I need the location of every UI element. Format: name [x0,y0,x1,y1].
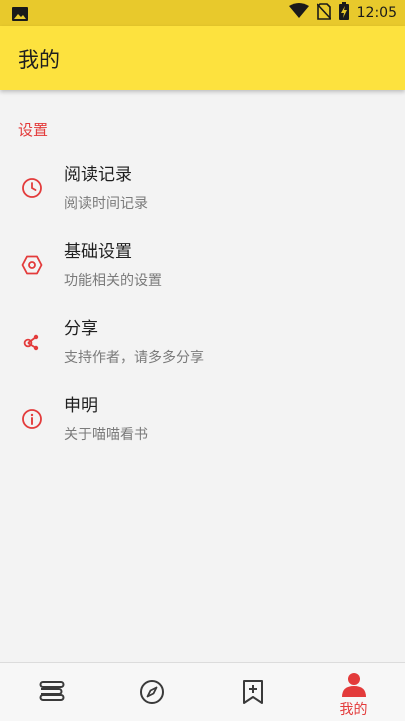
nav-tab-discover[interactable] [101,663,202,721]
list-item-subtitle: 阅读时间记录 [64,196,148,212]
nav-tab-bookmarks[interactable] [202,663,303,721]
status-bar: 12:05 [0,0,405,26]
settings-item-basic-settings[interactable]: 基础设置 功能相关的设置 [0,227,405,304]
list-item-title: 阅读记录 [64,165,132,185]
list-item-title: 分享 [64,319,98,339]
share-icon [20,330,44,354]
nav-tab-mine[interactable]: 我的 [303,663,404,721]
section-title-settings: 设置 [18,121,49,139]
nav-tab-bookshelf[interactable] [0,663,101,721]
settings-item-reading-history[interactable]: 阅读记录 阅读时间记录 [0,150,405,227]
wifi-icon [288,3,309,23]
page-title: 我的 [18,48,60,72]
list-item-subtitle: 支持作者，请多多分享 [64,350,204,366]
list-item-title: 申明 [64,396,98,416]
list-item-subtitle: 功能相关的设置 [64,273,162,289]
image-icon [12,6,28,25]
clock-icon [20,176,44,200]
bookshelf-icon [37,679,65,707]
compass-icon [139,679,165,709]
person-icon [341,671,367,701]
list-item-subtitle: 关于喵喵看书 [64,427,148,443]
hexagon-settings-icon [20,253,44,277]
list-item-title: 基础设置 [64,242,132,262]
nav-tab-label: 我的 [339,702,368,718]
bottom-nav: 我的 [0,662,405,721]
info-icon [20,407,44,431]
battery-charging-icon [338,2,349,24]
app-bar: 我的 [0,26,405,90]
status-time: 12:05 [356,5,397,21]
settings-list: 阅读记录 阅读时间记录 基础设置 功能相关的设置 分享 支持作者，请多多分享 申… [0,150,405,458]
settings-item-share[interactable]: 分享 支持作者，请多多分享 [0,304,405,381]
bookmark-add-icon [242,679,264,709]
no-sim-icon [316,2,332,24]
settings-item-statement[interactable]: 申明 关于喵喵看书 [0,381,405,458]
